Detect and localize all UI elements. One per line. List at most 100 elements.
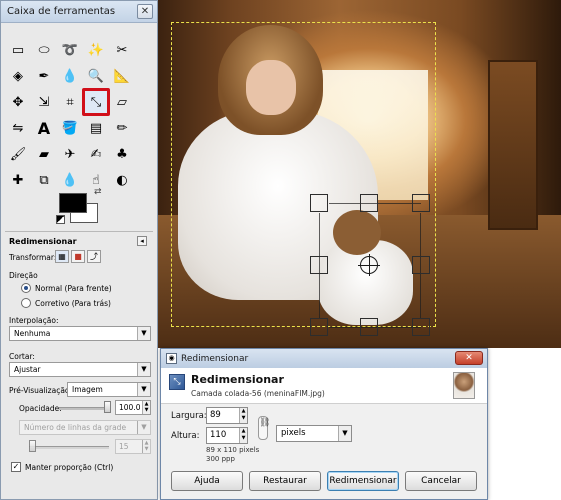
- opacity-input[interactable]: 100.0 ▲ ▼: [115, 400, 151, 415]
- move-icon[interactable]: ✥: [7, 91, 29, 113]
- free-select-icon[interactable]: ➰: [59, 39, 81, 61]
- text-icon[interactable]: A: [33, 117, 55, 139]
- direction-corrective-label: Corretivo (Para trás): [35, 299, 111, 308]
- clip-select[interactable]: Ajustar ▼: [9, 362, 151, 377]
- dialog-titlebar[interactable]: Redimensionar: [161, 349, 487, 368]
- chevron-down-icon: ▼: [137, 363, 150, 376]
- resize-dialog: Redimensionar ◉ ✕ ⤡ Redimensionar Camada…: [160, 348, 488, 500]
- foreground-color-swatch[interactable]: [59, 193, 87, 213]
- grid-lines-select[interactable]: Número de linhas da grade ▼: [19, 420, 151, 435]
- unit-select[interactable]: pixels ▼: [276, 425, 352, 442]
- airbrush-icon[interactable]: ✈: [59, 143, 81, 165]
- resize-handle-bottom-left[interactable]: [310, 318, 328, 336]
- preview-label: Pré-Visualização:: [9, 386, 73, 395]
- height-input[interactable]: 110 ▲ ▼: [206, 427, 248, 444]
- paths-icon[interactable]: ✒: [33, 65, 55, 87]
- interpolation-label: Interpolação:: [9, 316, 59, 325]
- flip-icon[interactable]: ⇋: [7, 117, 29, 139]
- chevron-down-icon: ▼: [137, 383, 150, 396]
- keep-proportion-checkbox[interactable]: ✓: [11, 462, 21, 472]
- direction-normal-label: Normal (Para frente): [35, 284, 112, 293]
- cancel-button[interactable]: Cancelar: [405, 471, 477, 491]
- grid-count-input[interactable]: 15 ▲ ▼: [115, 439, 151, 454]
- width-label: Largura:: [171, 411, 207, 421]
- dialog-close-button[interactable]: ✕: [455, 351, 483, 365]
- default-colors-icon[interactable]: [56, 215, 65, 224]
- resize-handle-bottom-right[interactable]: [412, 318, 430, 336]
- resize-handle-right[interactable]: [412, 256, 430, 274]
- chain-link-icon[interactable]: ⛓: [258, 416, 270, 440]
- interpolation-value: Nenhuma: [14, 329, 51, 338]
- preview-select[interactable]: Imagem ▼: [67, 382, 151, 397]
- blend-icon[interactable]: ▤: [85, 117, 107, 139]
- resize-handle-bottom[interactable]: [360, 318, 378, 336]
- heal-icon[interactable]: ✚: [7, 169, 29, 191]
- interpolation-select[interactable]: Nenhuma ▼: [9, 326, 151, 341]
- grid-count-value: 15: [119, 442, 129, 451]
- layer-boundary: [171, 22, 436, 327]
- color-picker-icon[interactable]: 💧: [59, 65, 81, 87]
- spin-arrows-icon: ▲ ▼: [239, 428, 247, 443]
- align-icon[interactable]: ⇲: [33, 91, 55, 113]
- toolbox-window: Caixa de ferramentas ✕ ▭ ⬭ ➰ ✨ ✂ ◈ ✒ 💧 🔍…: [0, 0, 158, 500]
- gimp-icon: ◉: [166, 353, 177, 364]
- width-input[interactable]: 89 ▲ ▼: [206, 407, 248, 424]
- swap-colors-icon[interactable]: ⇄: [94, 187, 102, 197]
- opacity-value: 100.0: [119, 403, 141, 412]
- perspective-clone-icon[interactable]: ⧉: [33, 169, 55, 191]
- resize-handle-top[interactable]: [360, 194, 378, 212]
- pencil-icon[interactable]: ✏: [111, 117, 133, 139]
- ink-icon[interactable]: ✍: [85, 143, 107, 165]
- resize-handle-top-right[interactable]: [412, 194, 430, 212]
- keep-proportion-label: Manter proporção (Ctrl): [25, 463, 114, 472]
- chevron-down-icon: ▼: [137, 421, 150, 434]
- grid-count-slider-handle[interactable]: [29, 440, 36, 452]
- grid-lines-value: Número de linhas da grade: [24, 423, 127, 432]
- dialog-header: ⤡ Redimensionar Camada colada-56 (menina…: [161, 368, 487, 404]
- unit-value: pixels: [281, 428, 306, 438]
- rect-select-icon[interactable]: ▭: [7, 39, 29, 61]
- scale-icon[interactable]: ⤡: [82, 88, 110, 116]
- color-select-icon[interactable]: ◈: [7, 65, 29, 87]
- eraser-icon[interactable]: ▰: [33, 143, 55, 165]
- height-label: Altura:: [171, 431, 200, 441]
- width-value: 89: [210, 410, 221, 420]
- collapse-options-icon[interactable]: ◂: [137, 236, 147, 246]
- clip-label: Cortar:: [9, 352, 35, 361]
- resize-button[interactable]: Redimensionar: [327, 471, 399, 491]
- transform-label: Transformar:: [9, 253, 57, 262]
- ellipse-select-icon[interactable]: ⬭: [33, 39, 55, 61]
- transform-layer-icon[interactable]: ▦: [55, 250, 69, 263]
- zoom-icon[interactable]: 🔍: [85, 65, 107, 87]
- reset-button[interactable]: Restaurar: [249, 471, 321, 491]
- blur-icon[interactable]: 💧: [59, 169, 81, 191]
- help-button[interactable]: Ajuda: [171, 471, 243, 491]
- fuzzy-select-icon[interactable]: ✨: [85, 39, 107, 61]
- grid-count-slider[interactable]: [29, 446, 109, 449]
- direction-corrective-radio[interactable]: [21, 298, 31, 308]
- toolbox-title: Caixa de ferramentas: [7, 6, 116, 17]
- preview-value: Imagem: [72, 385, 103, 394]
- resize-handle-top-left[interactable]: [310, 194, 328, 212]
- chevron-down-icon: ▼: [338, 426, 351, 441]
- shear-icon[interactable]: ▱: [111, 91, 133, 113]
- transform-selection-icon[interactable]: ■: [71, 250, 85, 263]
- resize-handle-left[interactable]: [310, 256, 328, 274]
- move-center-handle[interactable]: [358, 254, 380, 276]
- direction-normal-radio[interactable]: [21, 283, 31, 293]
- image-canvas[interactable]: [158, 0, 561, 348]
- transform-path-icon[interactable]: ⤴: [87, 250, 101, 263]
- paintbrush-icon[interactable]: 🖌: [7, 143, 29, 165]
- dodge-burn-icon[interactable]: ◐: [111, 169, 133, 191]
- door: [488, 60, 538, 230]
- layer-thumbnail: [453, 372, 475, 399]
- toolbox-titlebar[interactable]: Caixa de ferramentas: [1, 1, 157, 23]
- dialog-heading: Redimensionar: [191, 373, 284, 386]
- scissors-select-icon[interactable]: ✂: [111, 39, 133, 61]
- crop-icon[interactable]: ⌗: [59, 91, 81, 113]
- bucket-fill-icon[interactable]: 🪣: [59, 117, 81, 139]
- toolbox-close-button[interactable]: ✕: [137, 4, 153, 19]
- clone-icon[interactable]: ♣: [111, 143, 133, 165]
- opacity-slider-handle[interactable]: [104, 401, 111, 413]
- measure-icon[interactable]: 📐: [111, 65, 133, 87]
